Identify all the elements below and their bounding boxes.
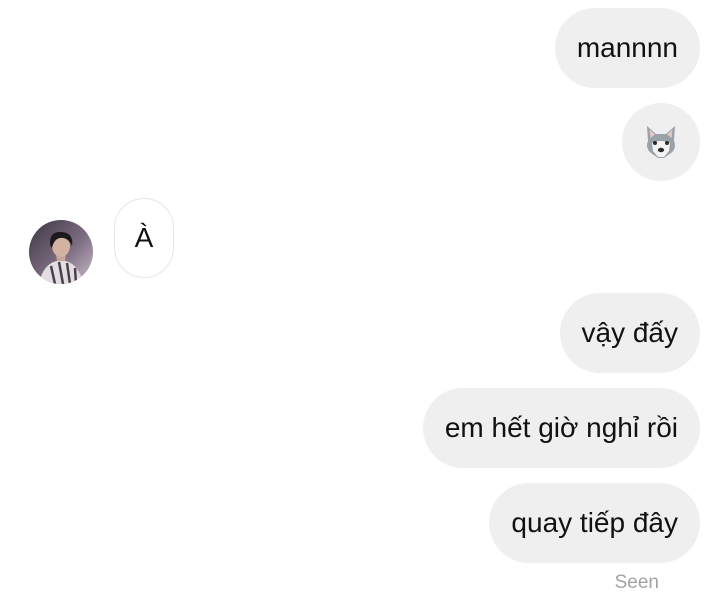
message-bubble-emoji[interactable] [622,103,700,181]
seen-status: Seen [614,572,659,593]
message-bubble-incoming[interactable]: À [114,198,174,278]
message-bubble-outgoing[interactable]: em hết giờ nghỉ rồi [422,388,700,468]
contact-avatar[interactable] [29,220,93,284]
message-thread: mannnn À vậy đấy em hết giờ nghỉ rồi qua… [0,0,720,598]
message-bubble-outgoing[interactable]: quay tiếp đây [489,483,700,563]
message-text: vậy đấy [581,317,679,348]
message-bubble-outgoing[interactable]: mannnn [554,8,700,88]
message-text: mannnn [576,32,678,63]
message-text: em hết giờ nghỉ rồi [444,412,678,443]
wolf-face-icon [647,126,675,158]
message-bubble-outgoing[interactable]: vậy đấy [559,293,700,373]
message-text: quay tiếp đây [511,507,678,538]
message-text: À [134,222,154,253]
